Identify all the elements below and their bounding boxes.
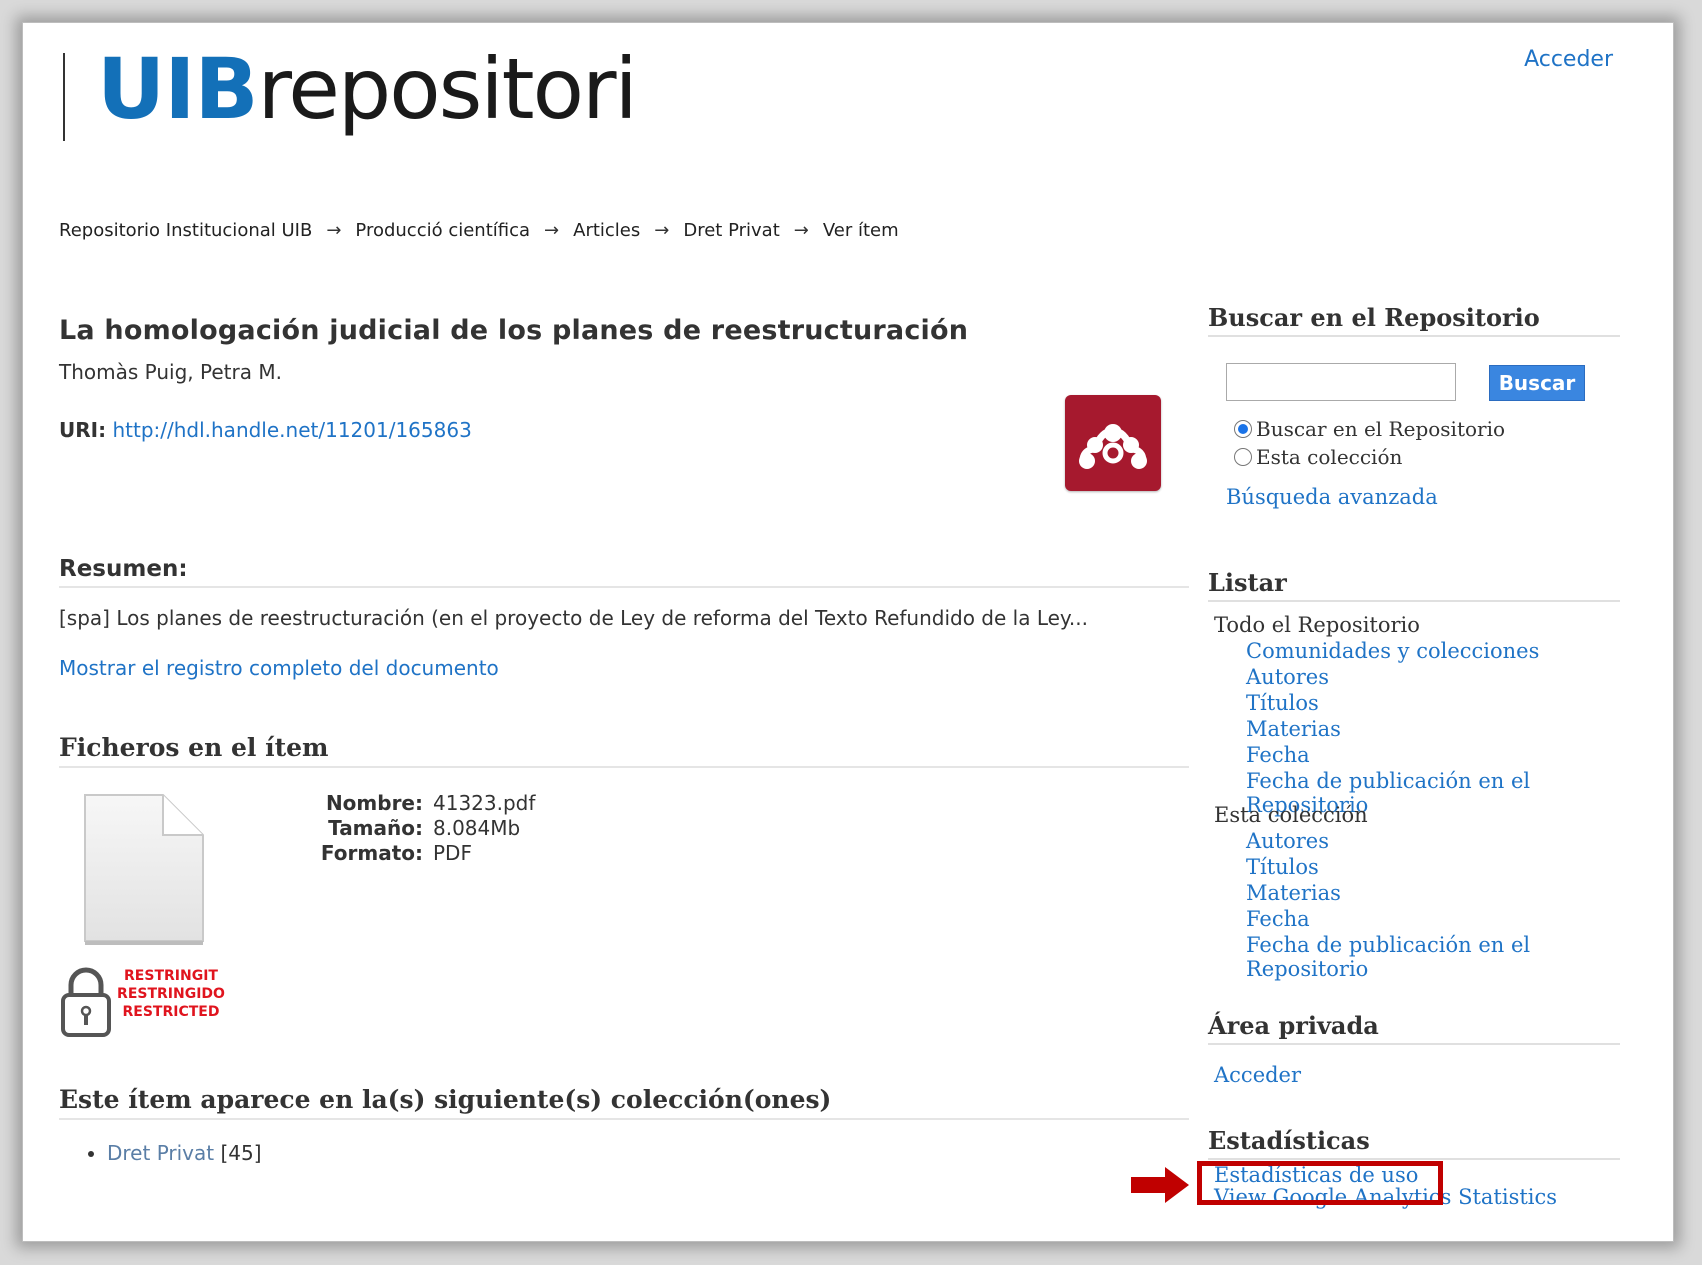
search-input[interactable] (1226, 363, 1456, 401)
file-name-value: 41323.pdf (433, 791, 536, 815)
breadcrumb-item-produccio[interactable]: Producció científica (355, 220, 530, 241)
breadcrumb-item-dret-privat[interactable]: Dret Privat (683, 220, 779, 241)
file-size-value: 8.084Mb (433, 816, 521, 840)
highlight-box (1197, 1161, 1443, 1205)
item-title: La homologación judicial de los planes d… (59, 315, 969, 346)
mendeley-logo-svg (1079, 424, 1147, 469)
browser-page-frame: Acceder UIBrepositori Repositorio Instit… (22, 22, 1674, 1242)
collection-count: [45] (220, 1141, 262, 1165)
search-heading: Buscar en el Repositorio (1208, 303, 1620, 337)
private-login-link[interactable]: Acceder (1214, 1063, 1301, 1087)
logo-repositori-text: repositori (257, 40, 638, 138)
item-main: La homologación judicial de los planes d… (59, 315, 1189, 442)
resumen-text: [spa] Los planes de reestructuración (en… (59, 606, 1088, 630)
file-name-label: Nombre: (325, 791, 423, 815)
search-button[interactable]: Buscar (1489, 365, 1585, 401)
browse-all-titles-link[interactable]: Títulos (1246, 691, 1319, 715)
radio-search-collection-label: Esta colección (1256, 445, 1403, 469)
arrow-right-icon (1131, 1167, 1189, 1203)
file-size-row: Tamaño: 8.084Mb (273, 816, 535, 841)
item-authors: Thomàs Puig, Petra M. (59, 360, 282, 384)
breadcrumb: Repositorio Institucional UIB → Producció … (59, 220, 899, 241)
top-login-link[interactable]: Acceder (1524, 47, 1613, 72)
file-format-label: Formato: (320, 841, 423, 865)
breadcrumb-separator: → (654, 220, 670, 241)
lock-icon (61, 967, 111, 1037)
uri-link[interactable]: http://hdl.handle.net/11201/165863 (112, 418, 471, 442)
breadcrumb-item-repositorio[interactable]: Repositorio Institucional UIB (59, 220, 312, 241)
browse-all-authors-link[interactable]: Autores (1246, 665, 1329, 689)
restricted-line-ca: RESTRINGIT (124, 968, 218, 984)
browse-col-authors-link[interactable]: Autores (1246, 829, 1329, 853)
browse-col-pubdate-link[interactable]: Fecha de publicación en el Repositorio (1246, 933, 1620, 981)
logo-divider (63, 53, 65, 141)
file-size-label: Tamaño: (328, 816, 423, 840)
restricted-label: RESTRINGIT RESTRINGIDO RESTRICTED (115, 967, 227, 1021)
site-logo[interactable]: UIBrepositori (97, 47, 638, 131)
radio-selected-icon[interactable] (1234, 419, 1252, 438)
restricted-line-en: RESTRICTED (122, 1004, 220, 1020)
file-document-icon[interactable] (79, 791, 209, 951)
breadcrumb-item-ver-item: Ver ítem (822, 220, 899, 241)
show-full-record-link[interactable]: Mostrar el registro completo del documen… (59, 656, 499, 680)
radio-search-collection[interactable]: Esta colección (1234, 445, 1402, 469)
logo-uib-text: UIB (97, 40, 258, 138)
restricted-line-es: RESTRINGIDO (117, 986, 225, 1002)
advanced-search-link[interactable]: Búsqueda avanzada (1226, 485, 1438, 509)
file-format-row: Formato: PDF (273, 841, 535, 866)
collections-heading: Este ítem aparece en la(s) siguiente(s) … (59, 1085, 1189, 1120)
radio-search-repository[interactable]: Buscar en el Repositorio (1234, 417, 1505, 441)
uri-label: URI: (59, 418, 107, 442)
radio-unselected-icon[interactable] (1234, 447, 1252, 466)
browse-all-date-link[interactable]: Fecha (1246, 743, 1310, 767)
browse-col-date-link[interactable]: Fecha (1246, 907, 1310, 931)
breadcrumb-separator: → (326, 220, 342, 241)
resumen-heading: Resumen: (59, 556, 1189, 588)
mendeley-icon[interactable] (1065, 395, 1161, 491)
browse-col-titles-link[interactable]: Títulos (1246, 855, 1319, 879)
collection-link-dret-privat[interactable]: Dret Privat (107, 1141, 214, 1165)
collections-list: Dret Privat [45] (89, 1141, 262, 1165)
list-item: Dret Privat [45] (107, 1141, 262, 1165)
breadcrumb-separator: → (544, 220, 560, 241)
breadcrumb-item-articles[interactable]: Articles (573, 220, 640, 241)
file-document-svg (84, 794, 204, 945)
listar-heading: Listar (1208, 568, 1620, 602)
statistics-heading: Estadísticas (1208, 1126, 1620, 1160)
listar-group-all-title: Todo el Repositorio (1214, 613, 1420, 637)
file-format-value: PDF (433, 841, 472, 865)
breadcrumb-separator: → (793, 220, 809, 241)
restricted-badge: RESTRINGIT RESTRINGIDO RESTRICTED (59, 963, 229, 1043)
browse-all-communities-link[interactable]: Comunidades y colecciones (1246, 639, 1539, 663)
item-uri: URI: http://hdl.handle.net/11201/165863 (59, 418, 1189, 442)
files-heading: Ficheros en el ítem (59, 733, 1189, 768)
radio-search-repository-label: Buscar en el Repositorio (1256, 417, 1506, 441)
file-name-row: Nombre: 41323.pdf (273, 791, 535, 816)
listar-group-collection-title: Esta colección (1214, 803, 1368, 827)
file-metadata: Nombre: 41323.pdf Tamaño: 8.084Mb Formato:… (273, 791, 536, 866)
browse-col-subjects-link[interactable]: Materias (1246, 881, 1341, 905)
private-area-heading: Área privada (1208, 1011, 1620, 1045)
browse-all-subjects-link[interactable]: Materias (1246, 717, 1341, 741)
